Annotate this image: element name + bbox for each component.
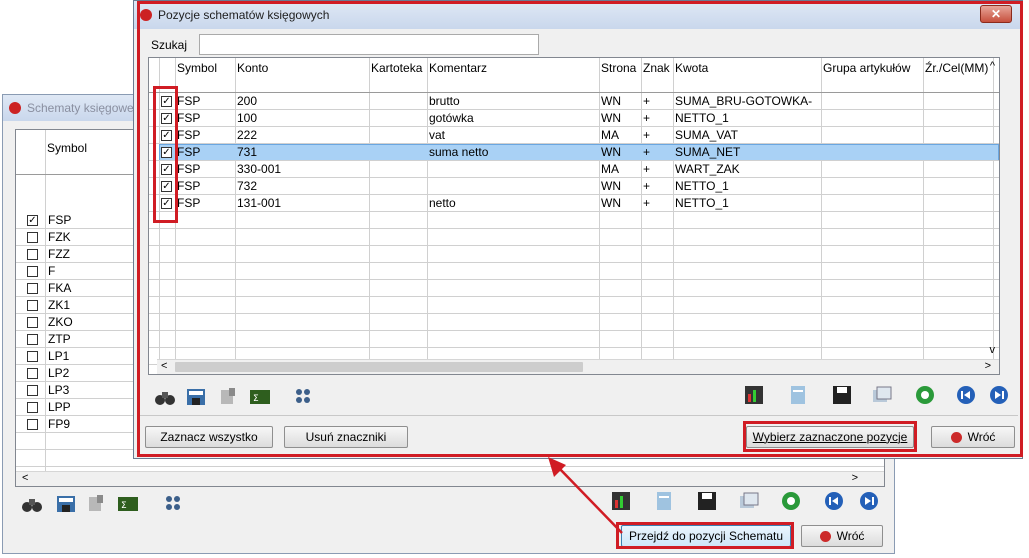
back-hscrollbar[interactable]: < > [16, 471, 884, 486]
row-symbol: FZK [48, 230, 71, 244]
row-symbol: ZK1 [48, 298, 71, 312]
row-symbol: ZTP [48, 332, 71, 346]
row-symbol: LPP [48, 400, 71, 414]
row-checkbox[interactable] [27, 232, 38, 243]
checkbox-column-highlight [153, 86, 178, 223]
window-highlight-frame [137, 1, 1023, 457]
scroll-left-icon[interactable]: < [22, 472, 28, 484]
row-symbol: F [48, 264, 56, 278]
pick-selected-highlight [743, 421, 917, 452]
refresh-icon[interactable] [780, 490, 802, 512]
row-checkbox[interactable]: ✓ [27, 215, 38, 226]
table-view-icon[interactable] [55, 493, 77, 515]
tools-icon[interactable] [85, 493, 107, 515]
row-symbol: FKA [48, 281, 72, 295]
first-record-icon[interactable] [823, 490, 845, 512]
app-icon [9, 102, 21, 114]
last-record-icon[interactable] [858, 490, 880, 512]
formula-icon[interactable]: Σ [117, 493, 139, 515]
goto-schema-highlight [616, 522, 794, 549]
row-symbol: LP3 [48, 383, 70, 397]
row-checkbox[interactable] [27, 266, 38, 277]
row-checkbox[interactable] [27, 249, 38, 260]
binoculars-icon[interactable] [21, 493, 43, 515]
back-window-title: Schematy księgowe [27, 101, 134, 115]
document-icon[interactable] [653, 490, 675, 512]
scroll-right-icon[interactable]: > [852, 472, 858, 484]
row-checkbox[interactable] [27, 351, 38, 362]
row-symbol: LP1 [48, 349, 70, 363]
back-window-return-button[interactable]: Wróć [801, 525, 883, 547]
row-symbol: FZZ [48, 247, 70, 261]
row-checkbox[interactable] [27, 283, 38, 294]
windows-icon[interactable] [738, 490, 760, 512]
row-symbol: FSP [48, 213, 72, 227]
row-checkbox[interactable] [27, 317, 38, 328]
row-checkbox[interactable] [27, 385, 38, 396]
save-icon[interactable] [696, 490, 718, 512]
dots-icon[interactable] [163, 493, 185, 515]
row-symbol: FP9 [48, 417, 71, 431]
row-symbol: LP2 [48, 366, 70, 380]
row-checkbox[interactable] [27, 300, 38, 311]
row-checkbox[interactable] [27, 368, 38, 379]
row-symbol: ZKO [48, 315, 73, 329]
row-checkbox[interactable] [27, 419, 38, 430]
close-circle-icon [819, 531, 831, 543]
row-checkbox[interactable] [27, 334, 38, 345]
annotation-arrow [548, 457, 623, 534]
row-checkbox[interactable] [27, 402, 38, 413]
svg-text:Σ: Σ [121, 501, 127, 511]
